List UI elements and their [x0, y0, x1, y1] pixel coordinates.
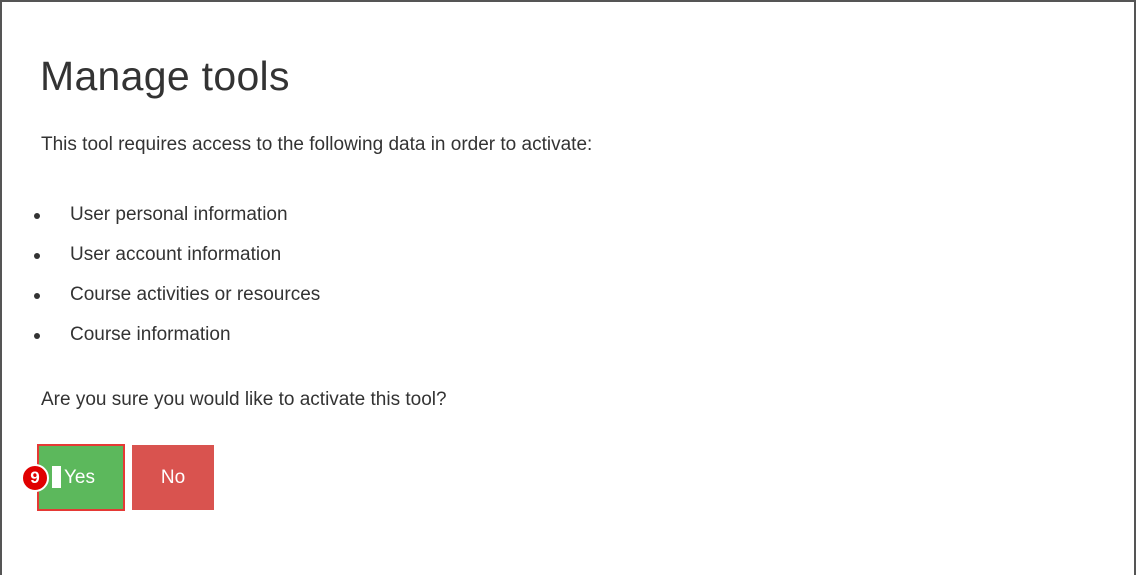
no-button-label: No — [160, 467, 186, 488]
yes-button[interactable]: Yes — [37, 444, 125, 511]
yes-button-label: Yes — [64, 467, 95, 488]
text-cursor — [52, 466, 61, 488]
bullet-icon — [34, 213, 40, 219]
no-button[interactable]: No — [132, 445, 214, 510]
list-item-label: User personal information — [70, 204, 288, 225]
list-item: Course information — [30, 318, 320, 358]
dialog-frame: Manage tools This tool requires access t… — [0, 0, 1136, 575]
bullet-icon — [34, 333, 40, 339]
page-title: Manage tools — [40, 53, 290, 99]
list-item-label: Course activities or resources — [70, 284, 321, 305]
bullet-icon — [34, 253, 40, 259]
list-item: User account information — [30, 238, 320, 278]
step-number-badge: 9 — [21, 464, 49, 492]
intro-text: This tool requires access to the followi… — [41, 134, 593, 155]
confirmation-question: Are you sure you would like to activate … — [41, 389, 447, 410]
list-item: User personal information — [30, 198, 320, 238]
list-item-label: Course information — [70, 324, 231, 345]
list-item-label: User account information — [70, 244, 282, 265]
required-data-list: User personal information User account i… — [30, 198, 320, 358]
list-item: Course activities or resources — [30, 278, 320, 318]
bullet-icon — [34, 293, 40, 299]
